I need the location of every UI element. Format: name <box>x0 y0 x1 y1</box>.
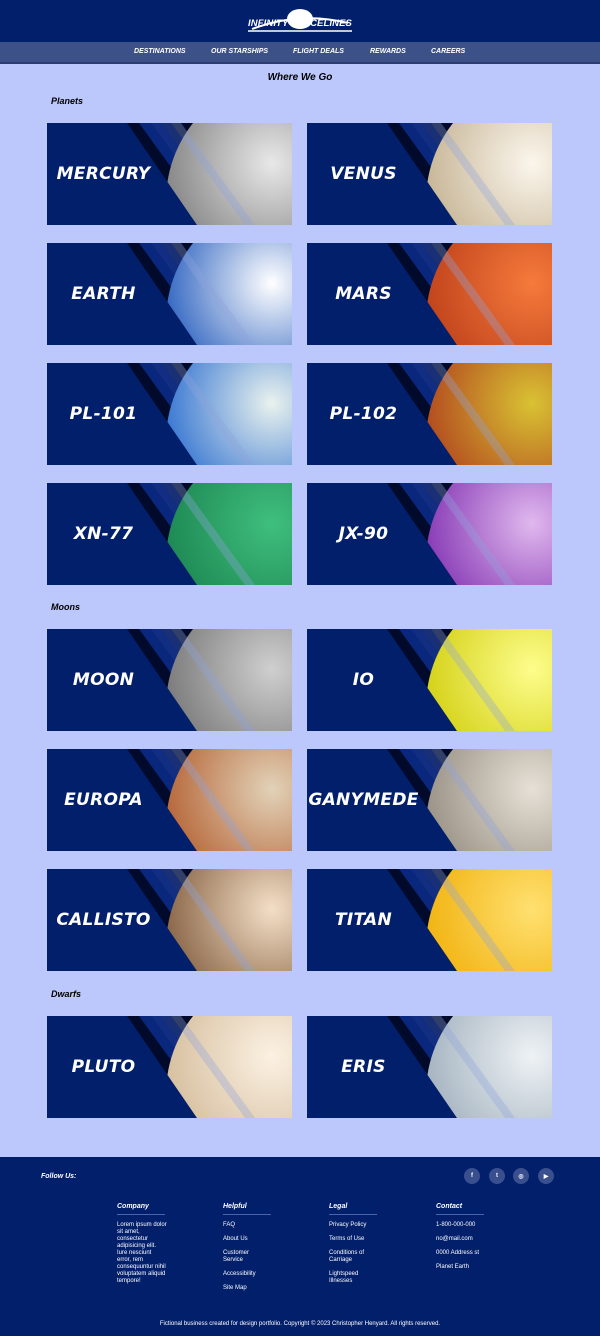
facebook-icon[interactable]: f <box>464 1168 480 1184</box>
nav-our-starships[interactable]: OUR STARSHIPS <box>211 48 268 55</box>
instagram-icon[interactable]: ◎ <box>513 1168 529 1184</box>
logo-swoosh-icon <box>248 30 352 32</box>
destination-card[interactable]: JX-90 <box>307 483 552 585</box>
section-title-moons: Moons <box>51 602 80 612</box>
footer-link-privacy-policy[interactable]: Privacy Policy <box>329 1222 389 1229</box>
footer-link-customer-service[interactable]: Customer Service <box>223 1250 263 1264</box>
destination-card[interactable]: XN-77 <box>47 483 292 585</box>
destination-name: XN-77 <box>73 524 134 544</box>
destination-card[interactable]: MARS <box>307 243 552 345</box>
destination-name: MERCURY <box>56 164 151 184</box>
destination-name: IO <box>352 670 375 690</box>
footer-contact-address: 0000 Address st <box>436 1250 480 1256</box>
destination-card[interactable]: TITAN <box>307 869 552 971</box>
destination-name: MOON <box>72 670 135 690</box>
destination-card[interactable]: PLUTO <box>47 1016 292 1118</box>
footer-link-terms-of-use[interactable]: Terms of Use <box>329 1236 389 1243</box>
nav-flight-deals[interactable]: FLIGHT DEALS <box>293 48 344 55</box>
nav-destinations[interactable]: DESTINATIONS <box>134 48 186 55</box>
follow-us-label: Follow Us: <box>41 1173 77 1180</box>
destination-card[interactable]: VENUS <box>307 123 552 225</box>
destination-card[interactable]: CALLISTO <box>47 869 292 971</box>
footer-contact: Contact 1-800-000-000 no@mail.com 0000 A… <box>436 1203 496 1278</box>
destination-name: GANYMEDE <box>308 790 419 810</box>
twitter-icon[interactable]: t <box>489 1168 505 1184</box>
copyright-text: Fictional business created for design po… <box>159 1321 441 1327</box>
page-title: Where We Go <box>267 72 333 83</box>
destination-card[interactable]: PL-102 <box>307 363 552 465</box>
section-title-planets: Planets <box>51 96 84 106</box>
footer-link-conditions-of-carriage[interactable]: Conditions of Carriage <box>329 1250 373 1264</box>
destination-card[interactable]: GANYMEDE <box>307 749 552 851</box>
footer-helpful-heading: Helpful <box>223 1203 271 1215</box>
nav-careers[interactable]: CAREERS <box>431 48 465 55</box>
destination-name: EUROPA <box>64 790 143 810</box>
header: INFINITY SPACELINES <box>0 0 600 42</box>
footer-legal-heading: Legal <box>329 1203 377 1215</box>
destination-name: EARTH <box>71 284 136 304</box>
destination-name: JX-90 <box>338 524 389 544</box>
destination-name: CALLISTO <box>56 910 151 930</box>
footer-legal: Legal Privacy Policy Terms of Use Condit… <box>329 1203 389 1292</box>
destination-name: ERIS <box>341 1057 386 1077</box>
footer-link-site-map[interactable]: Site Map <box>223 1285 283 1292</box>
youtube-icon[interactable]: ▶ <box>538 1168 554 1184</box>
footer-link-accessibility[interactable]: Accessibility <box>223 1271 283 1278</box>
main-nav: DESTINATIONS OUR STARSHIPS FLIGHT DEALS … <box>0 42 600 64</box>
destination-card[interactable]: ERIS <box>307 1016 552 1118</box>
destination-name: VENUS <box>330 164 397 184</box>
brand-logo[interactable]: INFINITY SPACELINES <box>244 7 356 35</box>
footer-link-faq[interactable]: FAQ <box>223 1222 283 1229</box>
destination-card[interactable]: MERCURY <box>47 123 292 225</box>
destination-card[interactable]: IO <box>307 629 552 731</box>
footer-helpful: Helpful FAQ About Us Customer Service Ac… <box>223 1203 283 1299</box>
footer-link-about-us[interactable]: About Us <box>223 1236 283 1243</box>
footer-company: Company Lorem ipsum dolor sit amet, cons… <box>117 1203 177 1285</box>
destination-name: PL-101 <box>69 404 138 424</box>
destination-card[interactable]: PL-101 <box>47 363 292 465</box>
section-title-dwarfs: Dwarfs <box>51 989 82 999</box>
destination-name: PLUTO <box>71 1057 136 1077</box>
footer-contact-heading: Contact <box>436 1203 484 1215</box>
footer-company-heading: Company <box>117 1203 165 1215</box>
destination-name: MARS <box>335 284 392 304</box>
footer-company-text: Lorem ipsum dolor sit amet, consectetur … <box>117 1222 167 1284</box>
destination-card[interactable]: MOON <box>47 629 292 731</box>
footer-contact-email: no@mail.com <box>436 1236 473 1242</box>
destination-name: PL-102 <box>329 404 398 424</box>
footer-contact-phone: 1-800-000-000 <box>436 1222 476 1228</box>
destination-card[interactable]: EARTH <box>47 243 292 345</box>
footer: Follow Us: f t ◎ ▶ Company Lorem ipsum d… <box>0 1157 600 1336</box>
nav-rewards[interactable]: REWARDS <box>370 48 406 55</box>
footer-link-lightspeed-illnesses[interactable]: Lightspeed Illnesses <box>329 1271 369 1285</box>
destination-card[interactable]: EUROPA <box>47 749 292 851</box>
destination-name: TITAN <box>334 910 393 930</box>
footer-contact-planet: Planet Earth <box>436 1264 470 1270</box>
